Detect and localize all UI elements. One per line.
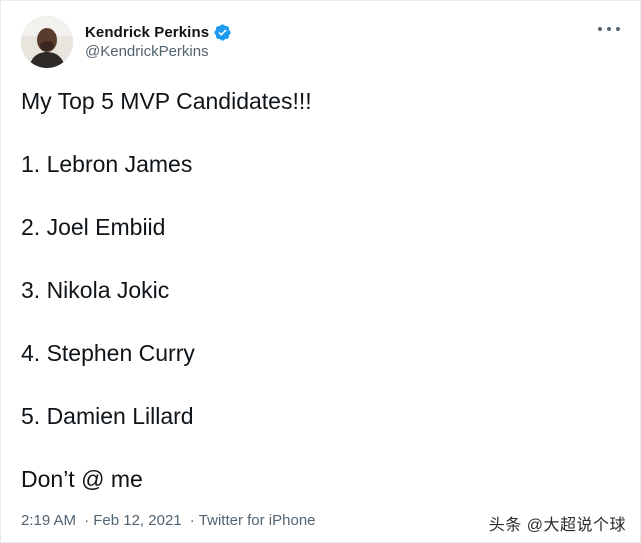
tweet-line-5: 5. Damien Lillard <box>21 403 194 429</box>
tweet-text: My Top 5 MVP Candidates!!! 1. Lebron Jam… <box>21 85 621 526</box>
dot-icon <box>598 27 602 31</box>
tweet-line-2: 2. Joel Embiid <box>21 214 166 240</box>
watermark: 头条 @大超说个球 <box>488 517 626 534</box>
more-options-icon[interactable] <box>598 21 620 37</box>
tweet-date[interactable]: Feb 12, 2021 <box>93 512 181 529</box>
tweet-meta: 2:19 AM · Feb 12, 2021 · Twitter for iPhon… <box>21 512 316 529</box>
dot-icon <box>616 27 620 31</box>
author-name-row: Kendrick Perkins <box>85 21 232 43</box>
tweet-line-1: 1. Lebron James <box>21 151 193 177</box>
avatar[interactable] <box>21 16 73 68</box>
dot-icon <box>607 27 611 31</box>
meta-separator: · <box>189 512 195 529</box>
author-handle[interactable]: @KendrickPerkins <box>85 43 209 60</box>
tweet-line-4: 4. Stephen Curry <box>21 340 195 366</box>
tweet-line-outro: Don’t @ me <box>21 466 143 492</box>
meta-separator: · <box>84 512 90 529</box>
tweet-time[interactable]: 2:19 AM <box>21 512 76 529</box>
tweet-line-3: 3. Nikola Jokic <box>21 277 170 303</box>
author-name[interactable]: Kendrick Perkins <box>85 24 209 41</box>
tweet-line-intro: My Top 5 MVP Candidates!!! <box>21 88 312 114</box>
tweet-source[interactable]: Twitter for iPhone <box>199 512 316 529</box>
verified-badge-icon <box>213 23 232 42</box>
tweet-card: Kendrick Perkins @KendrickPerkins My Top… <box>0 0 641 543</box>
